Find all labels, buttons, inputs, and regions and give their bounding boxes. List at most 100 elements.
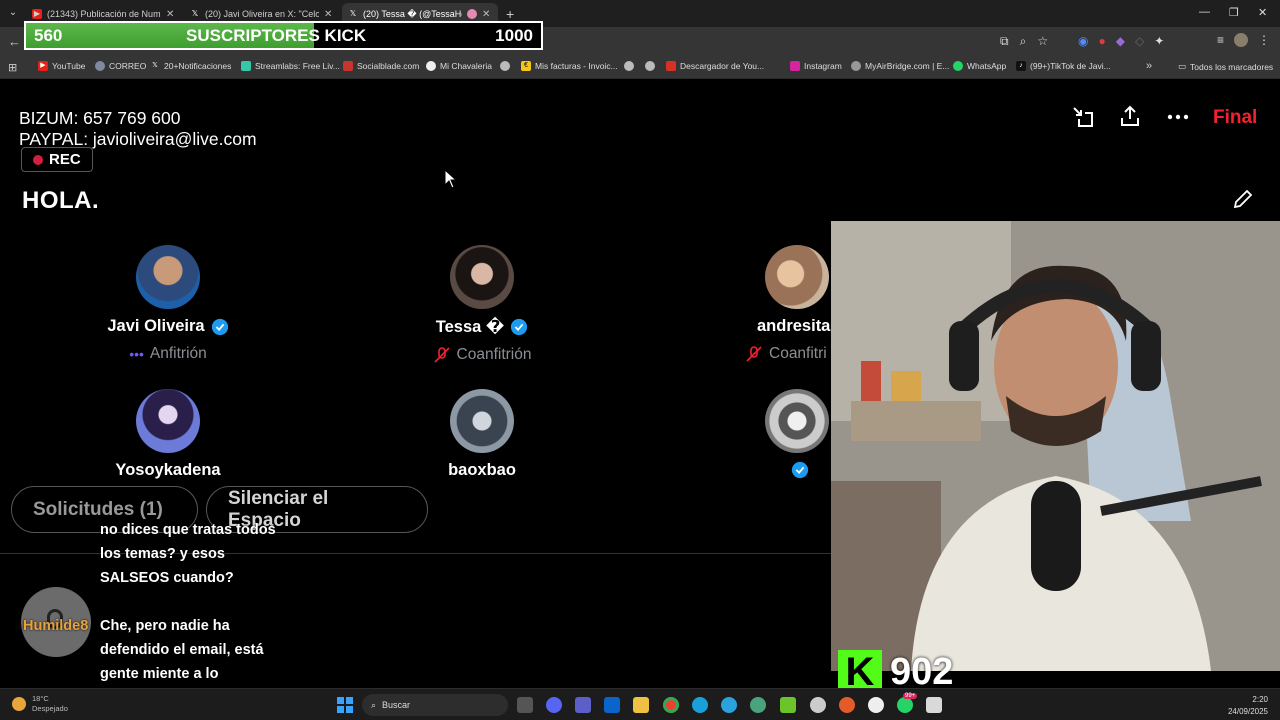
participant[interactable]: Javi Oliveira ••• Anfitrión (68, 245, 268, 363)
discord-icon[interactable] (546, 697, 562, 713)
tiktok-icon: ♪ (1016, 61, 1026, 71)
obs-icon[interactable] (810, 697, 826, 713)
back-arrow-icon[interactable]: ← (8, 34, 21, 49)
space-title: HOLA. (22, 187, 100, 214)
bookmark-item[interactable]: Descargador de You... (666, 61, 764, 71)
verified-badge-icon (791, 461, 809, 479)
extension-icon[interactable]: ◉ (1078, 34, 1088, 48)
bookmark-item[interactable]: CORREO (95, 61, 146, 71)
all-bookmarks-label: Todos los marcadores (1190, 61, 1274, 72)
zoom-icon[interactable]: ⌕ (1020, 34, 1027, 49)
mail-icon (95, 61, 105, 71)
reading-list-icon[interactable]: ≡ (1217, 33, 1224, 47)
profile-avatar[interactable] (1234, 33, 1248, 47)
subscriber-goal-title: SUSCRIPTORES KICK (186, 26, 367, 45)
app-icon[interactable] (868, 697, 884, 713)
chat-username: Humilde8 (23, 618, 89, 634)
app-icon[interactable] (780, 697, 796, 713)
close-window-button[interactable]: ✕ (1258, 6, 1267, 19)
telegram-icon[interactable] (721, 697, 737, 713)
taskbar-search[interactable]: ⌕ Buscar (362, 694, 508, 716)
extension-icon[interactable]: ◆ (1116, 34, 1125, 48)
bookmark-label: CORREO (109, 61, 147, 71)
chrome-icon[interactable] (663, 697, 679, 713)
bookmark-item[interactable]: Streamlabs: Free Liv... (241, 61, 340, 71)
avatar (765, 245, 829, 309)
edge-icon[interactable] (692, 697, 708, 713)
globe-icon (500, 61, 510, 71)
apps-grid-icon[interactable]: ⊞ (8, 61, 17, 74)
bookmarks-bar: ⊞ ▶ YouTube CORREO 𝕏 20+Notificaciones Str… (0, 57, 1280, 79)
extension-icon[interactable]: ◇ (1135, 34, 1144, 48)
bookmark-item[interactable] (645, 61, 659, 71)
close-tab-icon[interactable]: ✕ (324, 9, 334, 20)
app-icon[interactable] (839, 697, 855, 713)
end-space-button[interactable]: Final (1213, 107, 1257, 129)
participant[interactable]: andresita Coanfitri (697, 245, 831, 363)
globe-icon (624, 61, 634, 71)
moon-icon (12, 697, 26, 711)
participant-name: Tessa � (435, 318, 505, 336)
bookmark-item[interactable]: Mi Chavaleria (426, 61, 492, 71)
minimize-space-icon[interactable] (1071, 105, 1095, 129)
star-icon[interactable]: ☆ (1037, 34, 1048, 49)
more-bookmarks-icon[interactable]: » (1146, 60, 1152, 72)
edit-icon[interactable] (1232, 188, 1254, 210)
bookmark-item[interactable]: Instagram (790, 61, 842, 71)
bookmark-item[interactable]: 𝕏 20+Notificaciones (150, 61, 231, 71)
bookmark-label: Mis facturas - Invoic... (535, 61, 618, 71)
bookmark-item[interactable]: Socialblade.com (343, 61, 419, 71)
puzzle-icon[interactable]: ✦ (1154, 34, 1164, 48)
tab-title: (21343) Publicación de Numina (47, 9, 161, 19)
task-view-icon[interactable] (517, 697, 533, 713)
participant-role: Anfitrión (149, 345, 207, 362)
new-tab-button[interactable]: + (506, 6, 514, 22)
tab-list-chevron-icon[interactable]: ⌄ (6, 6, 20, 20)
app-icon[interactable] (926, 697, 942, 713)
x-icon: 𝕏 (349, 9, 357, 18)
participant[interactable]: Yosoykadena (68, 389, 268, 480)
close-tab-icon[interactable]: ✕ (482, 9, 492, 20)
bookmark-label: 20+Notificaciones (164, 61, 232, 71)
all-bookmarks-folder[interactable]: ▭ Todos los marcadores (1178, 61, 1273, 72)
bookmark-item[interactable] (500, 61, 514, 71)
participant[interactable]: baoxbao (382, 389, 582, 480)
record-dot-icon (33, 154, 43, 165)
whatsapp-icon[interactable] (897, 697, 913, 713)
avatar (765, 389, 829, 453)
more-menu-icon[interactable]: ⋮ (1258, 33, 1270, 47)
close-tab-icon[interactable]: ✕ (166, 9, 176, 20)
participant-role: Coanfitri (769, 345, 827, 362)
share-icon[interactable] (1118, 104, 1142, 128)
cast-icon[interactable]: ⧉ (1000, 34, 1009, 49)
search-placeholder: Buscar (382, 700, 411, 710)
bookmark-label: YouTube (52, 61, 86, 71)
system-clock[interactable]: 2:20 24/09/2025 (1228, 694, 1268, 718)
globe-icon[interactable] (750, 697, 766, 713)
teams-icon[interactable] (575, 697, 591, 713)
chat-message: no dices que tratas todos los temas? y e… (100, 522, 276, 587)
more-options-icon[interactable] (1166, 105, 1190, 129)
participant-name: andresita (757, 317, 831, 335)
webcam-feed (831, 221, 1280, 671)
minimize-button[interactable]: — (1199, 6, 1210, 18)
file-explorer-icon[interactable] (633, 697, 649, 713)
bookmark-item[interactable]: MyAirBridge.com | E... (851, 61, 949, 71)
search-icon: ⌕ (371, 699, 377, 710)
bookmark-item[interactable]: € Mis facturas - Invoic... (521, 61, 618, 71)
participant[interactable]: Tessa � Coanfitrión (382, 245, 582, 364)
outlook-icon[interactable] (604, 697, 620, 713)
bookmark-item[interactable]: WhatsApp (953, 61, 1006, 71)
bookmark-item[interactable] (624, 61, 638, 71)
subscriber-goal-bar: 560 SUSCRIPTORES KICK 1000 (24, 21, 543, 50)
bookmark-item[interactable]: ▶ YouTube (38, 61, 85, 71)
weather-widget[interactable]: 18°C Despejado (12, 694, 68, 714)
participant-name: Javi Oliveira (107, 317, 205, 335)
avatar (136, 245, 200, 309)
maximize-button[interactable]: ❐ (1229, 6, 1239, 19)
windows-start-icon[interactable] (337, 697, 353, 713)
extension-icon[interactable]: ● (1098, 34, 1105, 48)
windows-taskbar: 18°C Despejado ⌕ Buscar 99+ 2:20 24/09/2… (0, 688, 1280, 720)
rec-label: REC (49, 151, 81, 168)
bookmark-item[interactable]: ♪ (99+)TikTok de Javi... (1016, 61, 1111, 71)
